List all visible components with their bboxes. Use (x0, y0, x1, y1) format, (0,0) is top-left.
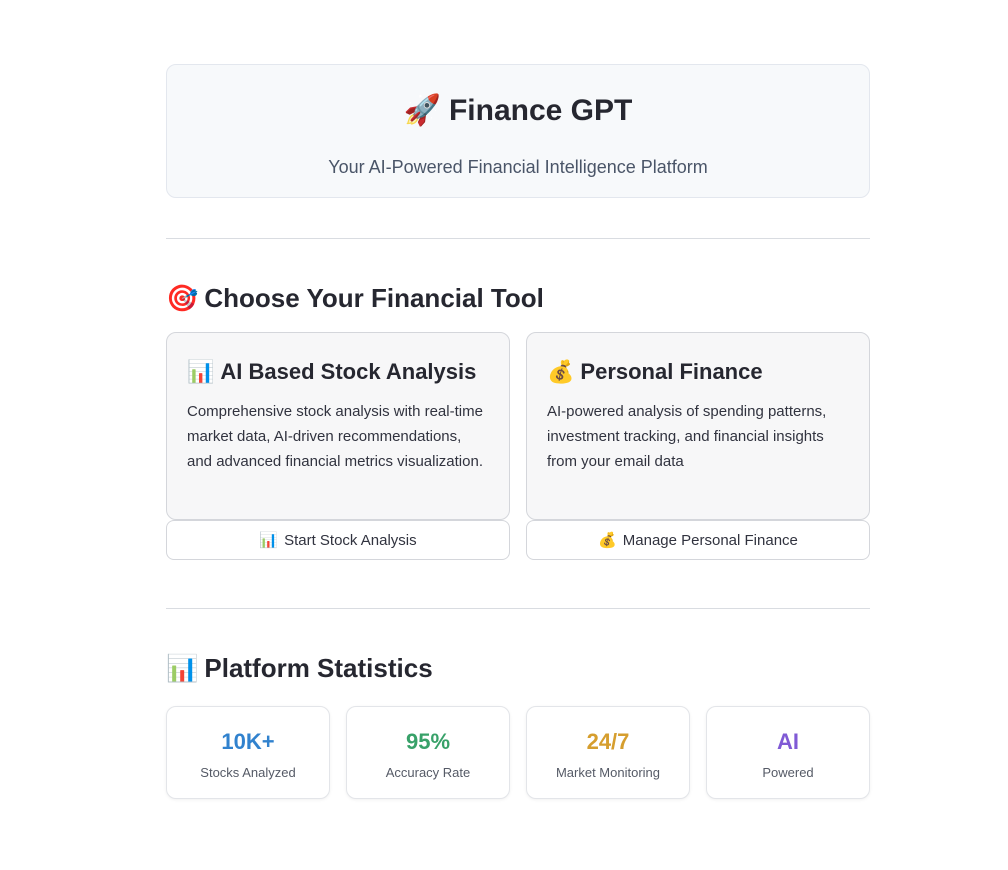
page: 🚀 Finance GPT Your AI-Powered Financial … (0, 0, 1008, 870)
stat-label: Market Monitoring (555, 765, 661, 780)
start-stock-analysis-label: Start Stock Analysis (284, 531, 417, 549)
tools-section-title-text: Choose Your Financial Tool (204, 283, 544, 313)
stat-card-market-monitoring: 24/7 Market Monitoring (526, 706, 690, 799)
tools-section-title: 🎯 Choose Your Financial Tool (166, 283, 544, 314)
personal-finance-title-text: Personal Finance (580, 359, 763, 384)
stock-analysis-title-text: AI Based Stock Analysis (220, 359, 477, 384)
stat-value: 95% (405, 729, 451, 754)
manage-personal-finance-button[interactable]: 💰 Manage Personal Finance (526, 520, 870, 560)
stat-card-accuracy-rate: 95% Accuracy Rate (346, 706, 510, 799)
personal-finance-card: 💰 Personal Finance AI-powered analysis o… (526, 332, 870, 520)
start-stock-analysis-button[interactable]: 📊 Start Stock Analysis (166, 520, 510, 560)
bar-chart-icon: 📊 (259, 531, 279, 549)
app-title-text: Finance GPT (448, 93, 633, 127)
stats-section-title-text: Platform Statistics (204, 653, 433, 683)
money-bag-icon: 💰 (598, 531, 617, 549)
app-subtitle: Your AI-Powered Financial Intelligence P… (328, 157, 708, 177)
stock-analysis-description: Comprehensive stock analysis with real-t… (187, 403, 483, 470)
stat-value: AI (777, 729, 799, 754)
stat-label: Powered (762, 765, 814, 780)
stock-analysis-card-title: 📊 AI Based Stock Analysis (187, 359, 489, 385)
stat-label: Accuracy Rate (385, 765, 471, 780)
stats-section-title: 📊 Platform Statistics (166, 653, 433, 684)
stat-card-ai-powered: AI Powered (706, 706, 870, 799)
bar-chart-icon: 📊 (166, 653, 199, 684)
money-bag-icon: 💰 (547, 359, 575, 385)
manage-personal-finance-label: Manage Personal Finance (622, 531, 798, 549)
personal-finance-description: AI-powered analysis of spending patterns… (547, 403, 827, 470)
rocket-icon: 🚀 (403, 93, 441, 128)
bar-chart-icon: 📊 (187, 359, 215, 385)
stat-value: 10K+ (221, 729, 275, 754)
personal-finance-card-title: 💰 Personal Finance (547, 359, 849, 385)
divider (166, 608, 870, 609)
stat-card-stocks-analyzed: 10K+ Stocks Analyzed (166, 706, 330, 799)
stat-label: Stocks Analyzed (200, 765, 296, 780)
target-icon: 🎯 (166, 283, 199, 314)
app-title: 🚀 Finance GPT (167, 93, 869, 128)
stat-value: 24/7 (586, 729, 630, 754)
hero-banner: 🚀 Finance GPT Your AI-Powered Financial … (166, 64, 870, 198)
stock-analysis-card: 📊 AI Based Stock Analysis Comprehensive … (166, 332, 510, 520)
divider (166, 238, 870, 239)
